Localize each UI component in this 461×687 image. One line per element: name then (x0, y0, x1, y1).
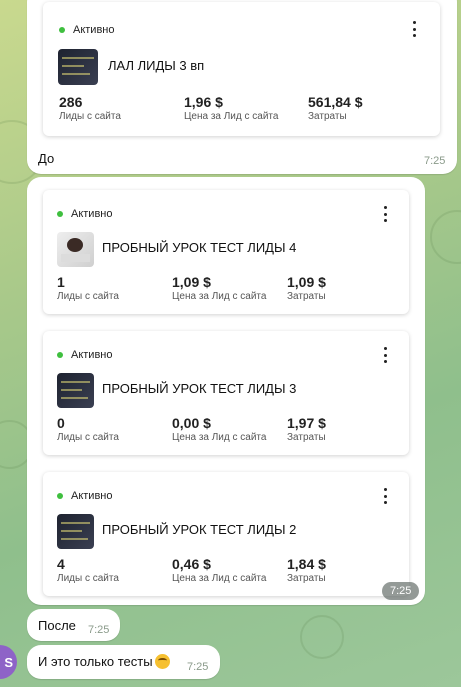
campaign-thumbnail (57, 373, 94, 408)
metric-label: Лиды с сайта (57, 291, 119, 302)
metric-label: Затраты (287, 291, 326, 302)
metric-value: 0 (57, 415, 65, 431)
metric-label: Лиды с сайта (59, 111, 121, 122)
metric-label: Цена за Лид с сайта (172, 291, 267, 302)
metric-cost-per-lead: 1,09 $ Цена за Лид с сайта (172, 274, 266, 302)
message-time: 7:25 (424, 155, 446, 167)
metric-value: 561,84 $ (308, 94, 363, 110)
campaign-status-label: Активно (71, 349, 113, 361)
metric-value: 0,46 $ (172, 556, 211, 572)
message-text: И это только тесты (38, 654, 170, 669)
campaign-status: Активно (57, 349, 113, 361)
campaign-status: Активно (57, 208, 113, 220)
message-time: 7:25 (382, 582, 420, 600)
metric-label: Цена за Лид с сайта (172, 432, 267, 443)
message-text-content: И это только тесты (38, 654, 153, 669)
metric-value: 1 (57, 274, 65, 290)
message-bubble[interactable]: После 7:25 (27, 609, 120, 641)
metric-value: 1,96 $ (184, 94, 223, 110)
metric-value: 286 (59, 94, 83, 110)
metric-label: Затраты (287, 573, 326, 584)
campaign-status: Активно (57, 490, 113, 502)
campaign-name: ПРОБНЫЙ УРОК ТЕСТ ЛИДЫ 3 (102, 381, 297, 396)
metric-label: Лиды с сайта (57, 432, 119, 443)
metric-label: Лиды с сайта (57, 573, 119, 584)
active-dot-icon (57, 352, 63, 358)
message-bubble[interactable]: Активно ПРОБНЫЙ УРОК ТЕСТ ЛИДЫ 4 1 Лиды … (27, 177, 425, 605)
metric-cost-per-lead: 1,96 $ Цена за Лид с сайта (184, 94, 278, 122)
metric-spend: 1,84 $ Затраты (287, 556, 326, 584)
metric-cost-per-lead: 0,46 $ Цена за Лид с сайта (172, 556, 266, 584)
metric-leads: 0 Лиды с сайта (57, 415, 119, 443)
metric-value: 1,97 $ (287, 415, 326, 431)
star-struck-emoji-icon (154, 654, 170, 669)
campaign-thumbnail (58, 49, 98, 85)
metric-leads: 1 Лиды с сайта (57, 274, 119, 302)
campaign-name: ПРОБНЫЙ УРОК ТЕСТ ЛИДЫ 4 (102, 240, 297, 255)
active-dot-icon (57, 493, 63, 499)
more-options-icon[interactable] (411, 21, 417, 37)
metric-spend: 561,84 $ Затраты (308, 94, 363, 122)
metric-label: Затраты (287, 432, 326, 443)
campaign-status-label: Активно (71, 490, 113, 502)
campaign-card[interactable]: Активно ПРОБНЫЙ УРОК ТЕСТ ЛИДЫ 2 4 Лиды … (43, 472, 409, 596)
campaign-thumbnail (57, 514, 94, 549)
message-text: После (38, 618, 76, 633)
metric-spend: 1,97 $ Затраты (287, 415, 326, 443)
metric-leads: 286 Лиды с сайта (59, 94, 121, 122)
campaign-card[interactable]: Активно ПРОБНЫЙ УРОК ТЕСТ ЛИДЫ 4 1 Лиды … (43, 190, 409, 314)
campaign-thumbnail (57, 232, 94, 267)
metric-cost-per-lead: 0,00 $ Цена за Лид с сайта (172, 415, 266, 443)
metric-value: 1,84 $ (287, 556, 326, 572)
message-bubble[interactable]: И это только тесты 7:25 (27, 645, 220, 679)
message-time: 7:25 (187, 661, 209, 673)
metric-label: Затраты (308, 111, 347, 122)
more-options-icon[interactable] (382, 347, 388, 363)
message-caption: До (38, 151, 55, 166)
metric-spend: 1,09 $ Затраты (287, 274, 326, 302)
campaign-status: Активно (59, 24, 115, 36)
metric-value: 1,09 $ (287, 274, 326, 290)
active-dot-icon (59, 27, 65, 33)
metric-label: Цена за Лид с сайта (184, 111, 279, 122)
more-options-icon[interactable] (382, 206, 388, 222)
metric-label: Цена за Лид с сайта (172, 573, 267, 584)
message-time: 7:25 (88, 624, 110, 636)
active-dot-icon (57, 211, 63, 217)
campaign-card[interactable]: Активно ЛАЛ ЛИДЫ 3 вп 286 Лиды с сайта 1… (43, 2, 440, 136)
campaign-status-label: Активно (71, 208, 113, 220)
background-doodle (430, 210, 461, 264)
metric-value: 0,00 $ (172, 415, 211, 431)
avatar[interactable]: S (0, 645, 17, 679)
avatar-initial: S (4, 654, 13, 670)
campaign-card[interactable]: Активно ПРОБНЫЙ УРОК ТЕСТ ЛИДЫ 3 0 Лиды … (43, 331, 409, 455)
campaign-status-label: Активно (73, 24, 115, 36)
metric-value: 4 (57, 556, 65, 572)
background-doodle (300, 615, 344, 659)
campaign-name: ЛАЛ ЛИДЫ 3 вп (108, 58, 205, 73)
message-bubble[interactable]: Активно ЛАЛ ЛИДЫ 3 вп 286 Лиды с сайта 1… (27, 0, 457, 174)
more-options-icon[interactable] (382, 488, 388, 504)
metric-value: 1,09 $ (172, 274, 211, 290)
campaign-name: ПРОБНЫЙ УРОК ТЕСТ ЛИДЫ 2 (102, 522, 297, 537)
metric-leads: 4 Лиды с сайта (57, 556, 119, 584)
